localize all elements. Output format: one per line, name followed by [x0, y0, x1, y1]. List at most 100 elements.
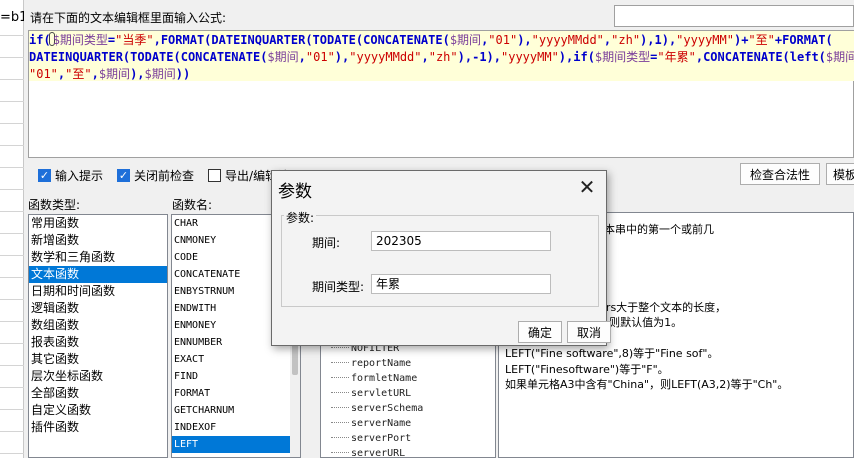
category-item[interactable]: 其它函数: [29, 351, 167, 368]
description-line: 如果单元格A3中含有"China"，则LEFT(A3,2)等于"Ch"。: [505, 378, 789, 391]
function-item[interactable]: GETCHARNUM: [172, 402, 300, 419]
sheet-cell[interactable]: [0, 190, 24, 212]
formula-token: ,FORMAT(DATEINQUARTER(TODATE(CONCATENATE…: [153, 33, 450, 47]
check-validity-button[interactable]: 检查合法性: [740, 163, 820, 185]
sheet-cell[interactable]: [0, 212, 24, 234]
editor-prompt: 请在下面的文本编辑框里面输入公式:: [30, 11, 227, 25]
tree-item[interactable]: formletName: [331, 373, 417, 388]
category-list[interactable]: 常用函数 新增函数 数学和三角函数 文本函数 日期和时间函数 逻辑函数 数组函数 报表函数 其它…: [28, 214, 168, 458]
formula-token: DATEINQUARTER(TODATE(CONCATENATE(: [29, 50, 268, 64]
tree-connector-icon: [331, 362, 349, 363]
tree-connector-icon: [331, 377, 349, 378]
category-item[interactable]: 常用函数: [29, 215, 167, 232]
formula-token: "01": [29, 67, 58, 81]
dialog-title: 参数: [278, 182, 312, 202]
category-item[interactable]: 报表函数: [29, 334, 167, 351]
sheet-cell[interactable]: [0, 80, 24, 102]
sheet-cell[interactable]: [0, 410, 24, 432]
formula-token: "年累": [657, 50, 696, 64]
tree-item[interactable]: serverSchema: [331, 403, 423, 418]
formula-line: DATEINQUARTER(TODATE(CONCATENATE($期间,"01…: [29, 49, 854, 66]
description-line: LEFT("Fine software",8)等于"Fine sof"。: [505, 347, 719, 360]
close-check-label: 关闭前检查: [134, 168, 195, 183]
sheet-cell[interactable]: [0, 322, 24, 344]
formula-token: ),1),: [640, 33, 677, 47]
sheet-cell[interactable]: [0, 300, 24, 322]
cancel-button[interactable]: 取消: [567, 321, 611, 343]
sheet-cell[interactable]: [0, 278, 24, 300]
sheet-cell[interactable]: [0, 344, 24, 366]
sheet-cell[interactable]: [0, 256, 24, 278]
sheet-cell[interactable]: [0, 432, 24, 454]
parameter-dialog: 参数 ✕ 参数: 期间: 202305 期间类型: 年累 确定 取消: [271, 170, 611, 346]
category-item[interactable]: 逻辑函数: [29, 300, 167, 317]
formula-token: "yyyyMM": [501, 50, 559, 64]
tree-item-label: serverSchema: [351, 403, 424, 414]
sheet-cell[interactable]: =b1: [0, 0, 27, 36]
sheet-cell[interactable]: [0, 234, 24, 256]
sheet-cell[interactable]: [0, 58, 24, 80]
tree-item-label: serverName: [351, 418, 412, 429]
formula-line: if($期间类型="当季",FORMAT(DATEINQUARTER(TODAT…: [29, 32, 854, 49]
tree-connector-icon: [331, 437, 349, 438]
sheet-cell[interactable]: [0, 102, 24, 124]
function-item[interactable]: LEFT: [172, 436, 300, 453]
formula-token: $期间: [267, 50, 299, 64]
checkbox-unchecked-icon: [208, 168, 222, 182]
ok-button[interactable]: 确定: [518, 321, 562, 343]
period-type-input[interactable]: 年累: [371, 274, 551, 294]
tree-item[interactable]: serverName: [331, 418, 411, 433]
formula-token: "yyyyMM": [676, 33, 734, 47]
category-item[interactable]: 日期和时间函数: [29, 283, 167, 300]
formula-text-editor[interactable]: if($期间类型="当季",FORMAT(DATEINQUARTER(TODAT…: [28, 30, 854, 158]
function-item[interactable]: FIND: [172, 368, 300, 385]
formula-text[interactable]: if($期间类型="当季",FORMAT(DATEINQUARTER(TODAT…: [29, 31, 854, 81]
category-item[interactable]: 数组函数: [29, 317, 167, 334]
formula-token: ),: [130, 67, 145, 81]
formula-token: "01": [305, 50, 335, 64]
tree-item[interactable]: reportName: [331, 358, 411, 373]
close-check-checkbox[interactable]: ✓ 关闭前检查: [117, 167, 194, 184]
tree-item-label: servletURL: [351, 388, 412, 399]
top-search-input[interactable]: [614, 5, 854, 27]
formula-token: ),-1),: [457, 50, 501, 64]
function-item[interactable]: INDEXOF: [172, 419, 300, 436]
tree-connector-icon: [331, 347, 349, 348]
formula-token: )+: [733, 33, 749, 47]
category-item[interactable]: 全部函数: [29, 385, 167, 402]
input-hint-checkbox[interactable]: ✓ 输入提示: [38, 167, 103, 184]
sheet-cell[interactable]: [0, 168, 24, 190]
close-icon[interactable]: ✕: [576, 177, 598, 199]
category-item[interactable]: 自定义函数: [29, 402, 167, 419]
function-item[interactable]: EXACT: [172, 351, 300, 368]
category-item[interactable]: 数学和三角函数: [29, 249, 167, 266]
function-item[interactable]: FORMAT: [172, 385, 300, 402]
tree-item[interactable]: serverURL: [331, 448, 405, 457]
category-label: 函数类型:: [28, 198, 81, 212]
formula-token: $期间: [449, 33, 482, 47]
formula-token: "当季": [115, 33, 154, 47]
formula-token: "01": [488, 33, 518, 47]
category-item[interactable]: 新增函数: [29, 232, 167, 249]
parameter-group-label: 参数:: [284, 209, 317, 226]
category-item[interactable]: 层次坐标函数: [29, 368, 167, 385]
sheet-cell[interactable]: [0, 36, 24, 58]
app-root: =b1 请在下面的文本编辑框里面输入公式: if($期间类型="当季",FORM…: [0, 0, 854, 458]
tree-item[interactable]: servletURL: [331, 388, 411, 403]
formula-token: "yyyyMMdd": [349, 50, 422, 64]
formula-token: $期间: [98, 67, 131, 81]
formula-token: "至": [65, 67, 92, 81]
category-item[interactable]: 插件函数: [29, 419, 167, 436]
category-item[interactable]: 文本函数: [29, 266, 167, 283]
tree-item[interactable]: serverPort: [331, 433, 411, 448]
sheet-cell[interactable]: [0, 366, 24, 388]
mode-button[interactable]: 模板: [826, 163, 854, 185]
tree-item-label: serverPort: [351, 433, 412, 444]
tree-item-label: reportName: [351, 358, 412, 369]
formula-token: $期间类型: [52, 33, 108, 47]
period-input[interactable]: 202305: [371, 231, 551, 251]
sheet-cell[interactable]: [0, 124, 24, 146]
sheet-cell[interactable]: [0, 388, 24, 410]
sheet-cell[interactable]: [0, 146, 24, 168]
formula-token: $期间类型: [594, 50, 651, 64]
